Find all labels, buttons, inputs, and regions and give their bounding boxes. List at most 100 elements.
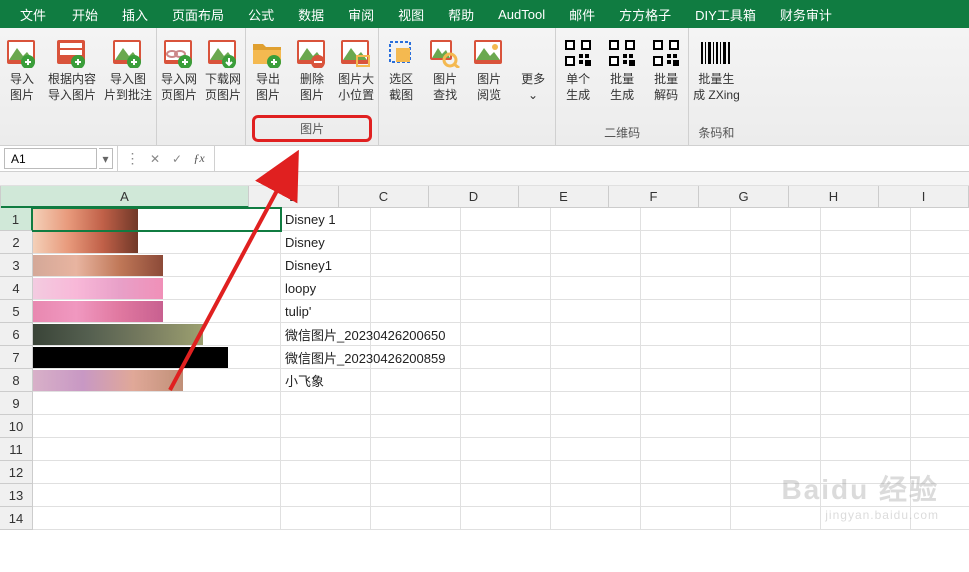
download-web-image-button[interactable]: 下载网 页图片 <box>201 32 245 103</box>
tab-layout[interactable]: 页面布局 <box>160 0 236 28</box>
col-header-E[interactable]: E <box>519 186 609 208</box>
cell-C3[interactable] <box>371 254 461 277</box>
cell-I12[interactable] <box>911 461 969 484</box>
cell-F9[interactable] <box>641 392 731 415</box>
cell-F11[interactable] <box>641 438 731 461</box>
cell-D8[interactable] <box>461 369 551 392</box>
cell-H6[interactable] <box>821 323 911 346</box>
qr-decode-button[interactable]: 批量 解码 <box>644 32 688 103</box>
col-header-I[interactable]: I <box>879 186 969 208</box>
cell-F3[interactable] <box>641 254 731 277</box>
tab-home[interactable]: 开始 <box>60 0 110 28</box>
cell-F1[interactable] <box>641 208 731 231</box>
cell-F14[interactable] <box>641 507 731 530</box>
cell-G5[interactable] <box>731 300 821 323</box>
cell-C6[interactable] <box>371 323 461 346</box>
import-by-content-button[interactable]: 根据内容 导入图片 <box>44 32 100 103</box>
cell-I9[interactable] <box>911 392 969 415</box>
cell-I3[interactable] <box>911 254 969 277</box>
col-header-A[interactable]: A <box>1 186 249 208</box>
cell-F6[interactable] <box>641 323 731 346</box>
cell-D10[interactable] <box>461 415 551 438</box>
cell-C9[interactable] <box>371 392 461 415</box>
cell-E9[interactable] <box>551 392 641 415</box>
row-header-5[interactable]: 5 <box>0 300 33 323</box>
name-box[interactable]: A1 <box>4 148 97 169</box>
export-image-button[interactable]: 导出 图片 <box>246 32 290 103</box>
cell-I8[interactable] <box>911 369 969 392</box>
row-header-2[interactable]: 2 <box>0 231 33 254</box>
tab-audtool[interactable]: AudTool <box>486 0 557 28</box>
cell-E5[interactable] <box>551 300 641 323</box>
cell-B7[interactable]: 微信图片_20230426200859 <box>281 346 371 369</box>
barcode-batch-button[interactable]: 批量生 成 ZXing <box>689 32 744 103</box>
cell-C1[interactable] <box>371 208 461 231</box>
col-header-B[interactable]: B <box>249 186 339 208</box>
tab-formulas[interactable]: 公式 <box>236 0 286 28</box>
tab-file[interactable]: 文件 <box>6 0 60 28</box>
cell-I2[interactable] <box>911 231 969 254</box>
cell-H4[interactable] <box>821 277 911 300</box>
cell-F13[interactable] <box>641 484 731 507</box>
cell-A3[interactable] <box>33 254 281 277</box>
cell-E1[interactable] <box>551 208 641 231</box>
cell-H14[interactable] <box>821 507 911 530</box>
cell-G1[interactable] <box>731 208 821 231</box>
select-all-corner[interactable] <box>0 186 1 208</box>
tab-data[interactable]: 数据 <box>286 0 336 28</box>
cell-B10[interactable] <box>281 415 371 438</box>
cell-C12[interactable] <box>371 461 461 484</box>
cell-D14[interactable] <box>461 507 551 530</box>
cell-F7[interactable] <box>641 346 731 369</box>
cell-G8[interactable] <box>731 369 821 392</box>
embedded-image-row5[interactable] <box>33 301 163 322</box>
cell-F2[interactable] <box>641 231 731 254</box>
import-image-button[interactable]: 导入 图片 <box>0 32 44 103</box>
cell-B13[interactable] <box>281 484 371 507</box>
cell-G13[interactable] <box>731 484 821 507</box>
cell-G6[interactable] <box>731 323 821 346</box>
cell-D9[interactable] <box>461 392 551 415</box>
qr-batch-button[interactable]: 批量 生成 <box>600 32 644 103</box>
cancel-entry-button[interactable]: ✕ <box>144 149 166 169</box>
cell-B2[interactable]: Disney <box>281 231 371 254</box>
cell-G7[interactable] <box>731 346 821 369</box>
cell-E4[interactable] <box>551 277 641 300</box>
tab-view[interactable]: 视图 <box>386 0 436 28</box>
row-header-1[interactable]: 1 <box>0 208 33 231</box>
tab-review[interactable]: 审阅 <box>336 0 386 28</box>
cell-A11[interactable] <box>33 438 281 461</box>
cell-D2[interactable] <box>461 231 551 254</box>
name-box-dropdown[interactable]: ▾ <box>99 148 113 169</box>
cell-D1[interactable] <box>461 208 551 231</box>
cell-A13[interactable] <box>33 484 281 507</box>
col-header-C[interactable]: C <box>339 186 429 208</box>
cell-C13[interactable] <box>371 484 461 507</box>
col-header-F[interactable]: F <box>609 186 699 208</box>
row-header-3[interactable]: 3 <box>0 254 33 277</box>
cell-A4[interactable] <box>33 277 281 300</box>
cell-D7[interactable] <box>461 346 551 369</box>
embedded-image-row8[interactable] <box>33 370 183 391</box>
row-header-7[interactable]: 7 <box>0 346 33 369</box>
row-header-6[interactable]: 6 <box>0 323 33 346</box>
cell-H9[interactable] <box>821 392 911 415</box>
cell-G11[interactable] <box>731 438 821 461</box>
tab-finance[interactable]: 财务审计 <box>768 0 844 28</box>
confirm-entry-button[interactable]: ✓ <box>166 149 188 169</box>
cell-E7[interactable] <box>551 346 641 369</box>
cell-H1[interactable] <box>821 208 911 231</box>
cell-I4[interactable] <box>911 277 969 300</box>
qr-single-button[interactable]: 单个 生成 <box>556 32 600 103</box>
cell-G4[interactable] <box>731 277 821 300</box>
fx-dots-button[interactable]: ⋮ <box>122 149 144 169</box>
cell-H3[interactable] <box>821 254 911 277</box>
cell-D13[interactable] <box>461 484 551 507</box>
cell-E8[interactable] <box>551 369 641 392</box>
cell-B5[interactable]: tulip' <box>281 300 371 323</box>
cell-G9[interactable] <box>731 392 821 415</box>
cell-D4[interactable] <box>461 277 551 300</box>
embedded-image-row2[interactable] <box>33 232 138 253</box>
cell-C10[interactable] <box>371 415 461 438</box>
cell-H11[interactable] <box>821 438 911 461</box>
